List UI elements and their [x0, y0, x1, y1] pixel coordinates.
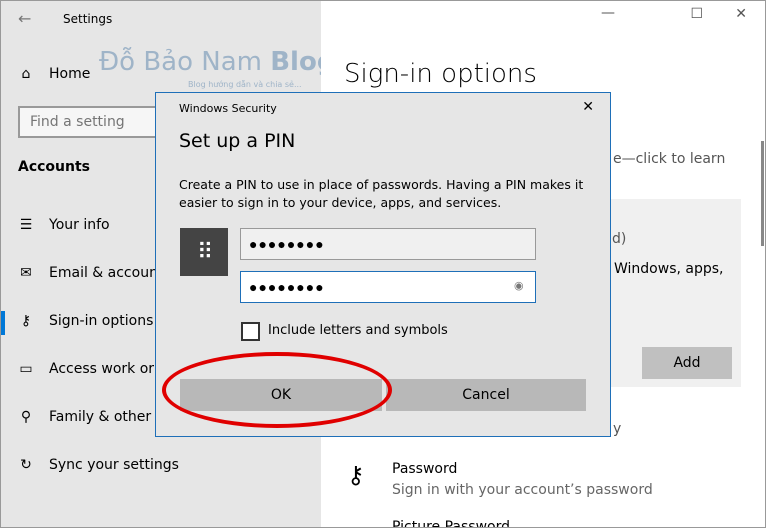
maximize-button[interactable]: ☐ — [690, 6, 703, 22]
include-letters-checkbox[interactable] — [241, 322, 260, 341]
watermark-logo: Đỗ Bảo Nam Blog — [99, 47, 336, 77]
back-button[interactable]: ← — [18, 9, 31, 28]
key-icon: ⚷ — [347, 461, 365, 489]
sidebar-item-label: Your info — [49, 217, 110, 233]
briefcase-icon: ▭ — [19, 361, 33, 377]
cancel-button[interactable]: Cancel — [386, 379, 586, 411]
partial-text: y — [613, 421, 622, 437]
sidebar-item-label: Sign-in options — [49, 313, 154, 329]
window-title: Settings — [63, 12, 113, 26]
page-title: Sign-in options — [344, 59, 537, 89]
scrollbar[interactable] — [761, 141, 764, 246]
dialog-caption: Windows Security — [179, 102, 277, 115]
selected-indicator — [1, 311, 5, 335]
dialog-description: Create a PIN to use in place of password… — [179, 177, 584, 210]
sync-icon: ↻ — [20, 457, 32, 473]
pin-input[interactable] — [240, 228, 536, 260]
minimize-button[interactable]: — — [601, 5, 615, 21]
section-heading: Accounts — [18, 159, 91, 175]
home-label: Home — [49, 66, 91, 82]
password-title[interactable]: Password — [392, 461, 457, 477]
watermark-tagline: Blog hướng dẫn và chia sẻ... — [188, 80, 302, 89]
password-desc: Sign in with your account’s password — [392, 482, 653, 498]
dialog-title: Set up a PIN — [179, 130, 296, 152]
sidebar-item-your-info[interactable]: ☰ Your info — [17, 217, 110, 233]
dialog-close-button[interactable]: ✕ — [582, 99, 594, 115]
sidebar-item-label: Sync your settings — [49, 457, 179, 473]
person-list-icon: ☰ — [19, 217, 33, 233]
reveal-eye-icon[interactable]: ◉ — [514, 279, 524, 292]
learn-link[interactable]: e—click to learn — [613, 151, 725, 167]
close-button[interactable]: ✕ — [735, 6, 747, 22]
sidebar-item-sign-in-options[interactable]: ⚷ Sign-in options — [17, 313, 154, 329]
keypad-icon: ⠿ — [180, 228, 228, 276]
annotation-circle — [162, 352, 392, 428]
checkbox-label: Include letters and symbols — [268, 323, 448, 338]
confirm-pin-input[interactable] — [240, 271, 536, 303]
sidebar-item-label: Email & accounts — [49, 265, 171, 281]
card-text: Windows, apps, — [614, 261, 724, 277]
mail-icon: ✉ — [20, 265, 32, 281]
picture-password-title[interactable]: Picture Password — [392, 519, 510, 527]
card-text: d) — [612, 231, 627, 247]
key-icon: ⚷ — [20, 313, 32, 329]
sidebar-item-email[interactable]: ✉ Email & accounts — [17, 265, 171, 281]
person-add-icon: ⚲ — [20, 409, 32, 425]
sidebar-item-sync[interactable]: ↻ Sync your settings — [17, 457, 179, 473]
add-button[interactable]: Add — [642, 347, 732, 379]
home-nav[interactable]: ⌂ Home — [17, 66, 91, 82]
home-icon: ⌂ — [21, 66, 31, 82]
